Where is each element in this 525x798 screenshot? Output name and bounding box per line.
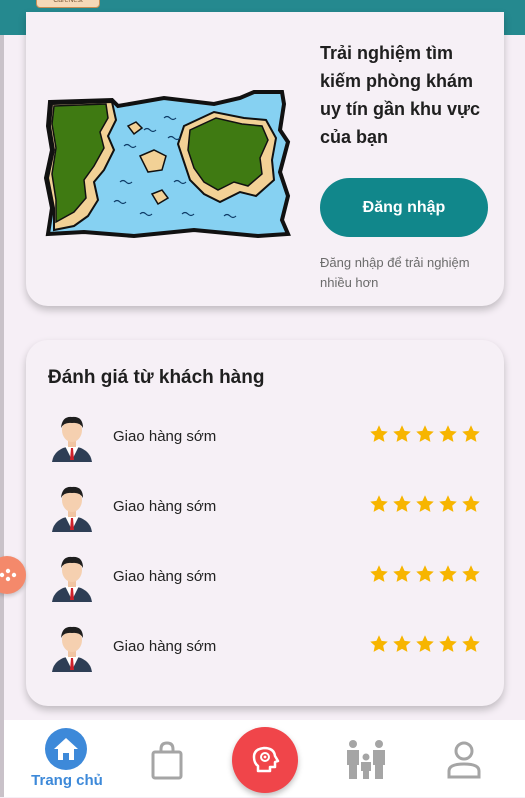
star-icon <box>462 635 480 652</box>
star-icon <box>439 635 457 652</box>
star-icon <box>370 635 388 652</box>
star-icon <box>439 425 457 442</box>
star-rating <box>369 494 481 514</box>
floating-assistant-button[interactable] <box>0 556 26 594</box>
star-icon <box>370 425 388 442</box>
star-icon <box>416 425 434 442</box>
star-icon <box>462 495 480 512</box>
user-avatar-icon <box>52 556 92 602</box>
customer-reviews-card: Đánh giá từ khách hàng Giao hàng sớm Gia… <box>26 340 504 706</box>
review-text: Giao hàng sớm <box>113 638 217 655</box>
star-icon <box>393 635 411 652</box>
review-item: Giao hàng sớm <box>26 554 504 604</box>
brain-icon <box>252 746 280 773</box>
star-icon <box>370 495 388 512</box>
star-icon <box>416 635 434 652</box>
star-icon <box>462 565 480 582</box>
nav-home[interactable]: Trang chủ <box>24 720 110 797</box>
login-hint-text: Đăng nhập để trải nghiệm nhiều hơn <box>320 255 470 290</box>
login-button[interactable]: Đăng nhập <box>320 178 488 237</box>
star-rating <box>369 424 481 444</box>
bottom-navigation: Trang chủ <box>4 720 525 797</box>
star-icon <box>393 425 411 442</box>
star-rating <box>369 634 481 654</box>
review-item: Giao hàng sớm <box>26 484 504 534</box>
map-illustration <box>44 90 291 239</box>
nav-home-label: Trang chủ <box>31 772 103 789</box>
review-text: Giao hàng sớm <box>113 498 217 515</box>
star-icon <box>393 495 411 512</box>
profile-icon[interactable] <box>446 741 482 779</box>
reviews-title: Đánh giá từ khách hàng <box>48 367 265 388</box>
family-icon[interactable] <box>344 739 388 781</box>
review-text: Giao hàng sớm <box>113 568 217 585</box>
star-icon <box>416 495 434 512</box>
star-rating <box>369 564 481 584</box>
review-item: Giao hàng sớm <box>26 414 504 464</box>
star-icon <box>370 565 388 582</box>
center-action-button[interactable] <box>232 727 298 793</box>
home-icon-circle <box>45 728 87 770</box>
hero-card: Trải nghiệm tìm kiếm phòng khám uy tín g… <box>26 12 504 306</box>
star-icon <box>462 425 480 442</box>
dots-icon <box>0 568 17 582</box>
star-icon <box>416 565 434 582</box>
shopping-bag-icon[interactable] <box>150 740 184 780</box>
star-icon <box>439 495 457 512</box>
home-icon <box>54 738 78 760</box>
hero-title: Trải nghiệm tìm kiếm phòng khám uy tín g… <box>320 43 481 147</box>
review-item: Giao hàng sớm <box>26 624 504 674</box>
user-avatar-icon <box>52 626 92 672</box>
star-icon <box>393 565 411 582</box>
user-avatar-icon <box>52 486 92 532</box>
app-logo: CareNest <box>36 0 100 8</box>
star-icon <box>439 565 457 582</box>
user-avatar-icon <box>52 416 92 462</box>
left-edge-strip <box>0 0 4 797</box>
review-text: Giao hàng sớm <box>113 428 217 445</box>
